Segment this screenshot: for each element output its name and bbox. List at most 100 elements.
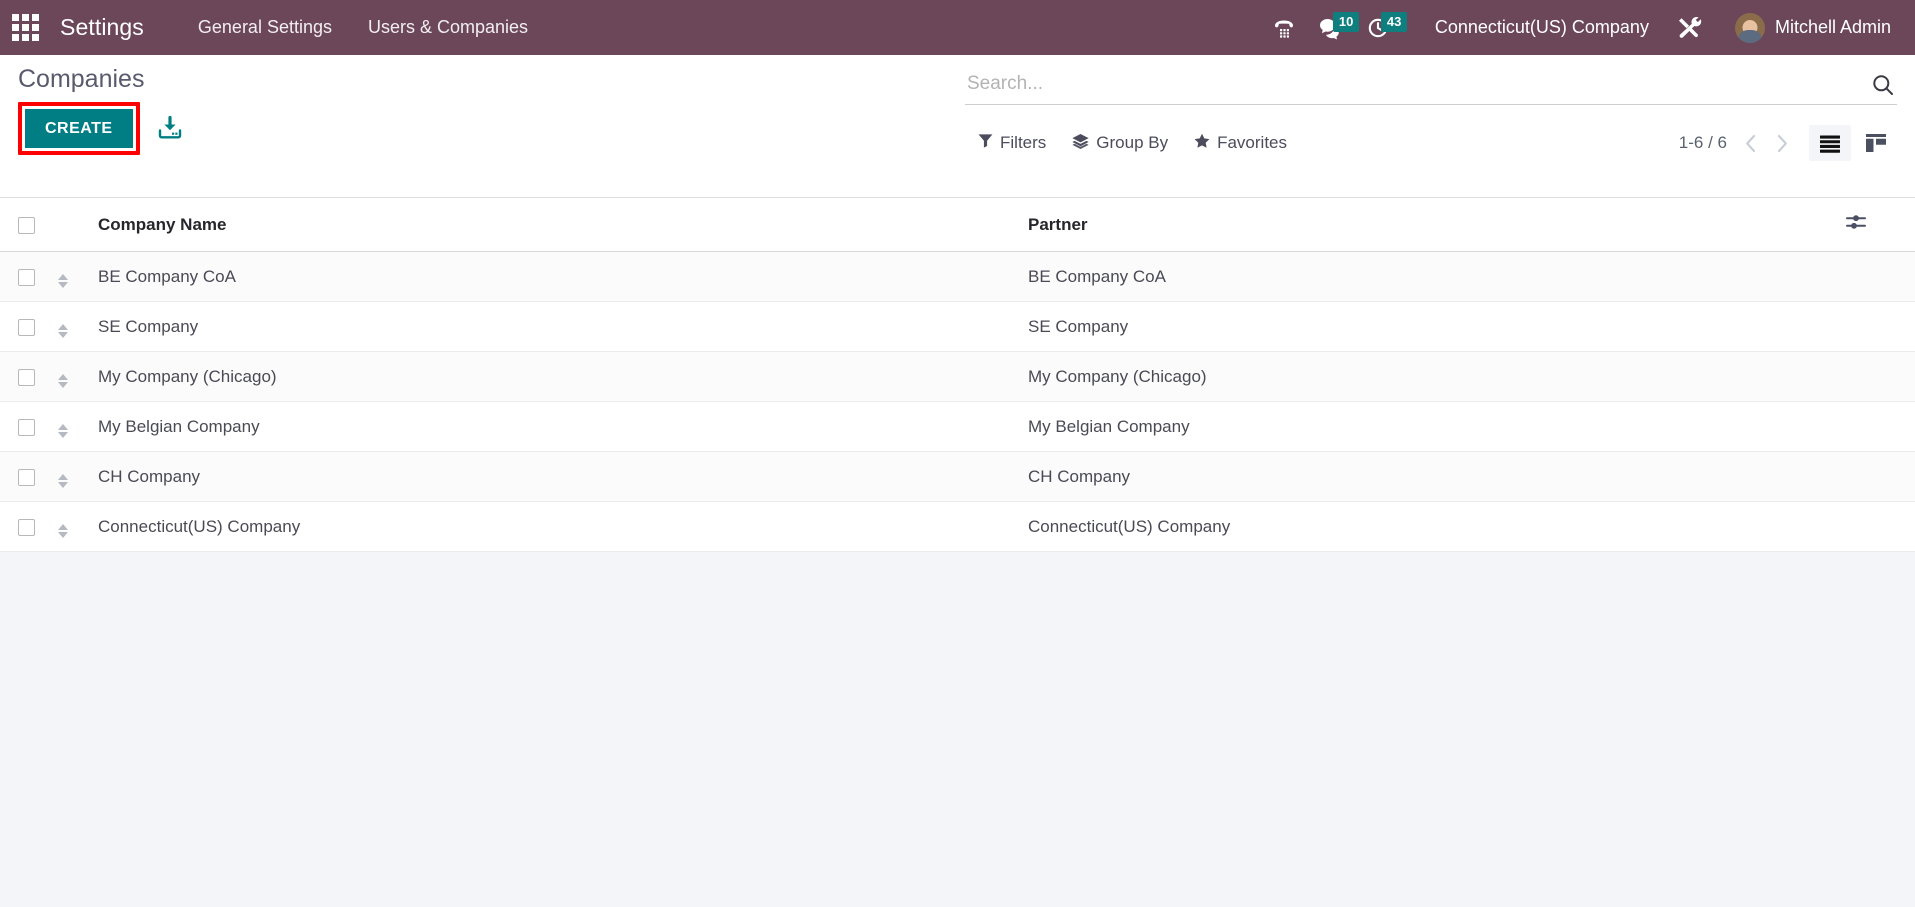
cell-partner[interactable]: My Company (Chicago) (1028, 351, 1845, 402)
cell-row-options (1845, 251, 1915, 302)
funnel-icon (978, 133, 993, 153)
nav-item-users-companies[interactable]: Users & Companies (350, 9, 546, 46)
select-all-header (0, 198, 58, 252)
avatar (1734, 12, 1765, 43)
cell-company-name[interactable]: SE Company (98, 301, 1028, 352)
table-head: Company Name Partner (0, 198, 1915, 252)
drag-handle-icon[interactable] (58, 424, 68, 438)
import-download-icon[interactable] (150, 108, 190, 148)
row-drag-handle-cell (58, 351, 98, 402)
row-checkbox[interactable] (18, 518, 35, 536)
drag-handle-icon[interactable] (58, 374, 68, 388)
content-background (0, 552, 1915, 907)
filters-dropdown[interactable]: Filters (965, 126, 1059, 160)
row-checkbox[interactable] (18, 368, 35, 386)
table-row[interactable]: BE Company CoA BE Company CoA (0, 251, 1915, 302)
cell-partner[interactable]: My Belgian Company (1028, 401, 1845, 452)
drag-handle-icon[interactable] (58, 524, 68, 538)
column-header-partner[interactable]: Partner (1028, 198, 1845, 252)
table-header-row: Company Name Partner (0, 198, 1915, 252)
search-input[interactable] (965, 69, 1861, 99)
row-checkbox[interactable] (18, 418, 35, 436)
control-panel-right: 1-6 / 6 (1673, 125, 1897, 161)
list-view-icon[interactable] (1809, 125, 1851, 161)
user-menu[interactable]: Mitchell Admin (1727, 8, 1897, 48)
activities-button[interactable]: 43 (1357, 10, 1408, 46)
cell-partner[interactable]: CH Company (1028, 451, 1845, 502)
search-icon[interactable] (1861, 71, 1897, 99)
cell-company-name[interactable]: My Company (Chicago) (98, 351, 1028, 402)
cell-partner[interactable]: Connecticut(US) Company (1028, 501, 1845, 552)
create-button-highlight: CREATE (18, 101, 140, 155)
search-area (965, 69, 1897, 105)
cell-row-options (1845, 451, 1915, 502)
drag-handle-icon[interactable] (58, 274, 68, 288)
control-panel-buttons: CREATE (18, 101, 190, 155)
row-drag-handle-cell (58, 251, 98, 302)
company-switcher[interactable]: Connecticut(US) Company (1421, 9, 1663, 46)
messages-button[interactable]: 10 (1309, 10, 1360, 46)
cell-row-options (1845, 301, 1915, 352)
cell-partner[interactable]: SE Company (1028, 301, 1845, 352)
companies-list-view: Company Name Partner BE Company CoA BE Co… (0, 198, 1915, 552)
row-select-cell (0, 401, 58, 452)
row-drag-handle-cell (58, 301, 98, 352)
chevron-left-icon[interactable] (1735, 128, 1765, 158)
search-options: Filters Group By Favorites (965, 126, 1300, 161)
kanban-view-icon[interactable] (1855, 125, 1897, 161)
row-select-cell (0, 451, 58, 502)
layers-icon (1072, 133, 1089, 154)
cell-company-name[interactable]: Connecticut(US) Company (98, 501, 1028, 552)
column-options-icon[interactable] (1845, 215, 1867, 236)
control-panel-left: Companies CREATE (18, 63, 190, 155)
pager-range[interactable]: 1-6 / 6 (1673, 129, 1733, 157)
drag-handle-icon[interactable] (58, 474, 68, 488)
nav-item-general-settings[interactable]: General Settings (180, 9, 350, 46)
star-icon (1194, 133, 1210, 154)
group-by-dropdown[interactable]: Group By (1059, 126, 1181, 161)
table-row[interactable]: CH Company CH Company (0, 451, 1915, 502)
table-row[interactable]: My Company (Chicago) My Company (Chicago) (0, 351, 1915, 402)
cell-company-name[interactable]: BE Company CoA (98, 251, 1028, 302)
activities-badge: 43 (1380, 11, 1408, 32)
row-select-cell (0, 501, 58, 552)
filters-label: Filters (1000, 133, 1047, 152)
row-select-cell (0, 251, 58, 302)
handle-header (58, 198, 98, 252)
navbar-right-tools: 10 43 Connecticut(US) Company Mitchell A… (1263, 8, 1897, 48)
messages-badge: 10 (1332, 11, 1360, 32)
app-brand-title[interactable]: Settings (50, 14, 154, 41)
row-drag-handle-cell (58, 401, 98, 452)
favorites-dropdown[interactable]: Favorites (1181, 126, 1300, 161)
table-row[interactable]: SE Company SE Company (0, 301, 1915, 352)
chevron-right-icon[interactable] (1767, 128, 1797, 158)
cell-company-name[interactable]: CH Company (98, 451, 1028, 502)
drag-handle-icon[interactable] (58, 324, 68, 338)
top-navbar: Settings General Settings Users & Compan… (0, 0, 1915, 55)
view-switcher (1809, 125, 1897, 161)
phone-dialpad-icon[interactable] (1263, 10, 1305, 46)
user-name: Mitchell Admin (1774, 17, 1891, 37)
tools-wrench-icon[interactable] (1667, 9, 1713, 47)
cell-row-options (1845, 351, 1915, 402)
apps-grid-icon[interactable] (8, 11, 42, 45)
control-panel-bottom-row: Filters Group By Favorites 1-6 / 6 (965, 125, 1897, 161)
table-row[interactable]: My Belgian Company My Belgian Company (0, 401, 1915, 452)
breadcrumb: Companies (18, 65, 145, 93)
row-checkbox[interactable] (18, 268, 35, 286)
column-header-company-name[interactable]: Company Name (98, 198, 1028, 252)
table-row[interactable]: Connecticut(US) Company Connecticut(US) C… (0, 501, 1915, 552)
row-drag-handle-cell (58, 451, 98, 502)
cell-company-name[interactable]: My Belgian Company (98, 401, 1028, 452)
pager: 1-6 / 6 (1673, 128, 1797, 158)
row-select-cell (0, 351, 58, 402)
cell-row-options (1845, 501, 1915, 552)
companies-table: Company Name Partner BE Company CoA BE Co… (0, 198, 1915, 552)
cell-partner[interactable]: BE Company CoA (1028, 251, 1845, 302)
column-options-header (1845, 198, 1915, 252)
create-button[interactable]: CREATE (25, 108, 133, 148)
select-all-checkbox[interactable] (18, 216, 35, 234)
row-checkbox[interactable] (18, 318, 35, 336)
row-checkbox[interactable] (18, 468, 35, 486)
group-by-label: Group By (1096, 133, 1169, 152)
